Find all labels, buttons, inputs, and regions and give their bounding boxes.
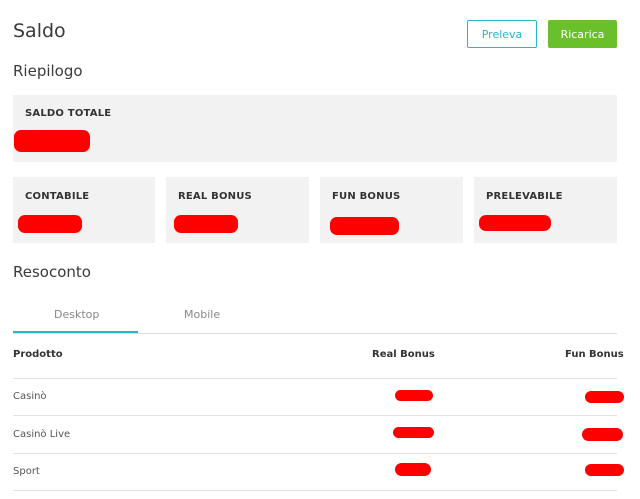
summary-title: Riepilogo: [13, 62, 83, 80]
tab-desktop[interactable]: Desktop: [54, 308, 99, 321]
recharge-button[interactable]: Ricarica: [548, 20, 617, 48]
contabile-redacted-value: [18, 215, 82, 233]
table-row-product: Casinò: [13, 391, 47, 402]
table-row-real-bonus-redacted: [395, 390, 433, 401]
table-row-fun-bonus-redacted: [585, 464, 624, 476]
contabile-card: CONTABILE: [13, 177, 155, 243]
column-header-real-bonus: Real Bonus: [372, 349, 435, 360]
prelevabile-card: PRELEVABILE: [474, 177, 617, 243]
column-header-product: Prodotto: [13, 349, 63, 360]
report-tabs: Desktop Mobile: [13, 303, 617, 334]
fun-bonus-redacted-value: [330, 217, 399, 235]
table-row-fun-bonus-redacted: [585, 391, 624, 403]
real-bonus-redacted-value: [174, 215, 238, 233]
contabile-label: CONTABILE: [25, 191, 90, 202]
total-balance-redacted-value: [14, 130, 90, 152]
table-divider: [13, 378, 617, 379]
table-row-product: Casinò Live: [13, 429, 71, 440]
table-row-product: Sport: [13, 466, 40, 477]
table-row-fun-bonus-redacted: [582, 428, 623, 441]
real-bonus-card: REAL BONUS: [166, 177, 309, 243]
table-row-real-bonus-redacted: [395, 463, 431, 476]
prelevabile-label: PRELEVABILE: [486, 191, 563, 202]
active-tab-indicator: [13, 331, 138, 333]
table-divider: [13, 490, 617, 491]
page-title: Saldo: [13, 20, 66, 42]
prelevabile-redacted-value: [479, 215, 551, 231]
total-balance-card: SALDO TOTALE: [13, 95, 617, 162]
table-divider: [13, 453, 617, 454]
real-bonus-label: REAL BONUS: [178, 191, 252, 202]
column-header-fun-bonus: Fun Bonus: [565, 349, 624, 360]
report-title: Resoconto: [13, 263, 91, 281]
withdraw-button[interactable]: Preleva: [467, 20, 537, 48]
fun-bonus-card: FUN BONUS: [320, 177, 463, 243]
total-balance-label: SALDO TOTALE: [25, 108, 112, 119]
tab-mobile[interactable]: Mobile: [184, 308, 220, 321]
fun-bonus-label: FUN BONUS: [332, 191, 401, 202]
table-divider: [13, 415, 617, 416]
table-row-real-bonus-redacted: [393, 427, 434, 438]
